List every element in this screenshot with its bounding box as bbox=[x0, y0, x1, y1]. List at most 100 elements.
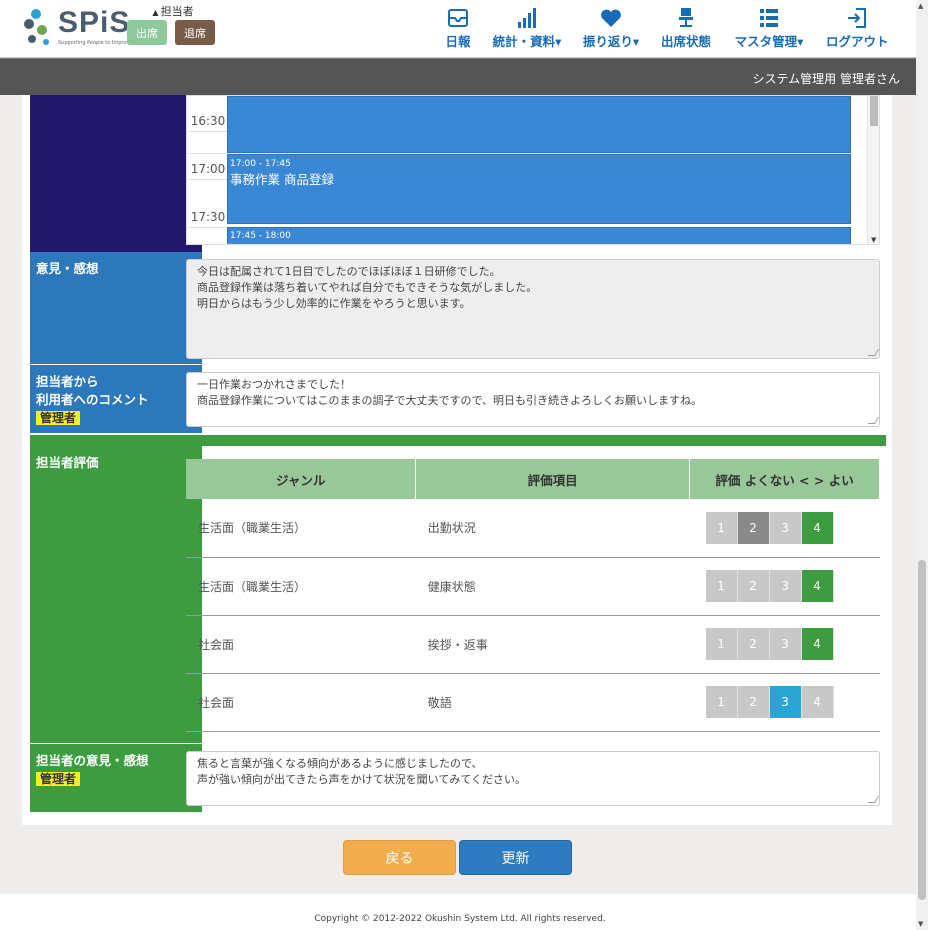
score-option-4[interactable]: 4 bbox=[801, 628, 834, 660]
score-option-4[interactable]: 4 bbox=[801, 511, 834, 544]
role-label: 担当者 bbox=[128, 3, 218, 19]
score-option-2[interactable]: 2 bbox=[737, 628, 770, 660]
staff-opinion-textarea[interactable]: 焦ると言葉が強くなる傾向があるように感じましたので、 声が強い傾向が出てきたら声… bbox=[186, 751, 880, 806]
schedule-scrollbar[interactable]: ▼ bbox=[867, 96, 879, 244]
back-button[interactable]: 戻る bbox=[343, 840, 456, 875]
table-row: 生活面（職業生活） 健康状態 1 2 3 4 bbox=[186, 557, 880, 616]
score-option-3[interactable]: 3 bbox=[769, 511, 802, 544]
item-cell: 出勤状況 bbox=[415, 499, 690, 558]
impressions-label: 意見・感想 bbox=[36, 261, 99, 276]
page-scrollbar[interactable]: ▲ ▼ bbox=[916, 0, 928, 930]
heart-icon bbox=[601, 9, 621, 27]
score-option-1[interactable]: 1 bbox=[705, 570, 738, 602]
nav-review[interactable]: 振り返り▾ bbox=[582, 8, 640, 52]
impressions-textarea: 今日は配属されて1日目でしたのでほぼほぼ１日研修でした。 商品登録作業は落ち着い… bbox=[186, 259, 880, 359]
nav-daily-report[interactable]: 日報 bbox=[444, 8, 472, 52]
chevron-down-icon: ▾ bbox=[797, 34, 804, 49]
column-header-item: 評価項目 bbox=[415, 459, 691, 499]
nav-attendance[interactable]: 出席状態 bbox=[660, 8, 712, 52]
schedule-view: 16:30 17:00 17:00 - 17:45 事務作業 商品登録 17:3… bbox=[186, 95, 880, 245]
score-option-1[interactable]: 1 bbox=[705, 511, 738, 544]
nav-stats[interactable]: 統計・資料▾ bbox=[492, 8, 562, 52]
column-header-score: 評価 よくない < > よい bbox=[689, 459, 880, 499]
score-cell: 1234 bbox=[689, 673, 880, 732]
event-time: 17:45 - 18:00 bbox=[230, 231, 291, 241]
column-header-genre: ジャンル bbox=[186, 459, 417, 499]
admin-badge: 管理者 bbox=[36, 411, 81, 425]
score-option-2[interactable]: 2 bbox=[737, 570, 770, 602]
logout-icon bbox=[848, 8, 866, 28]
score-option-1[interactable]: 1 bbox=[705, 686, 738, 718]
report-panel: 16:30 17:00 17:00 - 17:45 事務作業 商品登録 17:3… bbox=[22, 95, 892, 825]
score-option-3[interactable]: 3 bbox=[769, 686, 802, 718]
schedule-scroll-thumb[interactable] bbox=[870, 96, 878, 126]
schedule-event[interactable]: 17:45 - 18:00 bbox=[227, 227, 851, 244]
item-cell: 挨拶・返事 bbox=[415, 615, 690, 674]
scroll-down-icon[interactable]: ▼ bbox=[871, 236, 876, 244]
score-option-2[interactable]: 2 bbox=[737, 686, 770, 718]
attend-button[interactable]: 出席 bbox=[127, 20, 167, 45]
score-cell: 1234 bbox=[689, 557, 880, 616]
item-cell: 健康状態 bbox=[415, 557, 690, 616]
score-cell: 1234 bbox=[689, 615, 880, 674]
schedule-label-cell bbox=[30, 95, 202, 252]
time-slot: 17:30 bbox=[189, 204, 227, 228]
leave-button[interactable]: 退席 bbox=[175, 20, 215, 45]
event-time: 17:00 - 17:45 bbox=[230, 159, 291, 169]
score-button-group: 1234 bbox=[705, 570, 880, 602]
score-option-2[interactable]: 2 bbox=[737, 511, 770, 544]
score-option-3[interactable]: 3 bbox=[769, 628, 802, 660]
bar-chart-icon bbox=[518, 8, 536, 28]
score-option-3[interactable]: 3 bbox=[769, 570, 802, 602]
admin-badge: 管理者 bbox=[36, 772, 81, 786]
top-navbar: SPiS Supporting People to Improve Stabil… bbox=[0, 0, 916, 58]
score-cell: 1234 bbox=[689, 499, 880, 558]
nav-master[interactable]: マスタ管理▾ bbox=[732, 8, 806, 52]
logo-mark-icon bbox=[24, 9, 49, 45]
schedule-event[interactable] bbox=[227, 96, 851, 153]
user-name: システム管理用 管理者さん bbox=[752, 72, 900, 86]
section-divider bbox=[30, 435, 886, 446]
scrollbar-thumb[interactable] bbox=[918, 560, 926, 900]
score-option-4[interactable]: 4 bbox=[801, 686, 834, 718]
evaluation-label-cell: 担当者評価 bbox=[30, 446, 202, 743]
evaluation-table: ジャンル 評価項目 評価 よくない < > よい 生活面（職業生活） 出勤状況 1 2… bbox=[186, 459, 880, 732]
inbox-icon bbox=[448, 9, 468, 27]
logo-text: SPiS bbox=[58, 6, 131, 39]
list-icon bbox=[760, 9, 778, 27]
table-row: 社会面 敬語 1 2 3 4 bbox=[186, 673, 880, 732]
schedule-event[interactable]: 17:00 - 17:45 事務作業 商品登録 bbox=[227, 154, 851, 224]
staff-comment-label-cell: 担当者から 利用者へのコメント 管理者 bbox=[30, 365, 202, 433]
user-bar: システム管理用 管理者さん bbox=[0, 58, 916, 95]
time-slot: 17:00 bbox=[189, 156, 227, 180]
score-option-1[interactable]: 1 bbox=[705, 628, 738, 660]
scroll-up-icon[interactable]: ▲ bbox=[918, 2, 923, 10]
staff-comment-textarea[interactable]: 一日作業おつかれさまでした！ 商品登録作業についてはこのままの調子で大丈夫ですの… bbox=[186, 372, 880, 427]
staff-opinion-label: 担当者の意見・感想 bbox=[36, 753, 149, 768]
chevron-down-icon: ▾ bbox=[632, 34, 640, 49]
genre-cell: 生活面（職業生活） bbox=[186, 557, 416, 616]
nav-logout[interactable]: ログアウト bbox=[826, 8, 889, 52]
evaluation-header-row: ジャンル 評価項目 評価 よくない < > よい bbox=[186, 459, 880, 499]
score-button-group: 1234 bbox=[705, 686, 880, 718]
impressions-label-cell: 意見・感想 bbox=[30, 252, 202, 364]
score-button-group: 1234 bbox=[705, 628, 880, 660]
genre-cell: 生活面（職業生活） bbox=[186, 499, 416, 558]
chair-icon bbox=[679, 8, 693, 27]
genre-cell: 社会面 bbox=[186, 615, 416, 674]
copyright-text: Copyright © 2012-2022 Okushin System Ltd… bbox=[314, 914, 606, 924]
table-row: 社会面 挨拶・返事 1 2 3 4 bbox=[186, 615, 880, 674]
score-button-group: 1234 bbox=[705, 511, 880, 544]
table-row: 生活面（職業生活） 出勤状況 1 2 3 4 bbox=[186, 499, 880, 558]
score-option-4[interactable]: 4 bbox=[801, 570, 834, 602]
time-slot: 16:30 bbox=[189, 108, 227, 132]
staff-comment-label-line2: 利用者へのコメント bbox=[36, 392, 149, 407]
genre-cell: 社会面 bbox=[186, 673, 416, 732]
spis-logo[interactable]: SPiS Supporting People to Improve Stabil… bbox=[22, 6, 155, 52]
footer: Copyright © 2012-2022 Okushin System Ltd… bbox=[0, 894, 916, 930]
evaluation-label: 担当者評価 bbox=[36, 455, 99, 470]
item-cell: 敬語 bbox=[415, 673, 690, 732]
chevron-down-icon: ▾ bbox=[555, 34, 562, 49]
event-title: 事務作業 商品登録 bbox=[230, 172, 334, 187]
update-button[interactable]: 更新 bbox=[459, 840, 572, 875]
